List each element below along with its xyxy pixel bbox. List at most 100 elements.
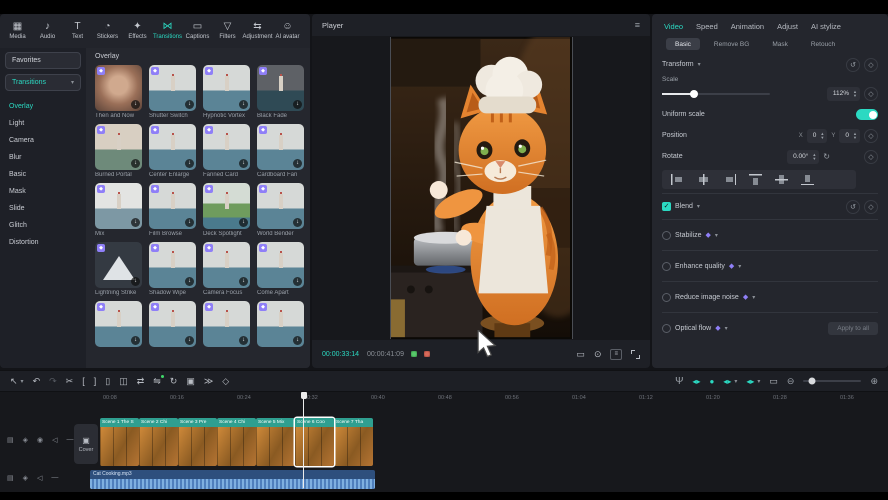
- transition-thumbnail[interactable]: ◆↓: [95, 124, 142, 170]
- keyframe-icon[interactable]: ◇: [864, 200, 878, 214]
- sidebar-item-overlay[interactable]: Overlay: [5, 98, 81, 115]
- preview-axis-icon[interactable]: ◂▸: [746, 377, 754, 386]
- transition-thumbnail[interactable]: ◆↓: [149, 124, 196, 170]
- transition-thumbnail[interactable]: ◆↓: [203, 65, 250, 111]
- align-center-v-icon[interactable]: [775, 174, 788, 185]
- slider-thumb[interactable]: [809, 378, 816, 385]
- grid-overlay-icon[interactable]: [424, 351, 430, 357]
- keyframe-icon[interactable]: ◇: [864, 58, 878, 72]
- chevron-down-icon[interactable]: ▾: [752, 294, 755, 301]
- transition-thumbnail[interactable]: ◆↓: [149, 242, 196, 288]
- optical-flow-checkbox[interactable]: [662, 324, 671, 333]
- scale-slider[interactable]: [662, 93, 770, 95]
- favorites-button[interactable]: Favorites: [5, 52, 81, 69]
- lock-track-icon[interactable]: ◈: [23, 436, 28, 444]
- sidebar-item-glitch[interactable]: Glitch: [5, 217, 81, 234]
- preview-quality-icon[interactable]: ≡: [610, 349, 622, 360]
- tab-video[interactable]: Video: [664, 22, 683, 31]
- dash-track-icon[interactable]: —: [51, 474, 58, 482]
- mute-track-icon[interactable]: ◁: [52, 436, 57, 444]
- transition-thumbnail[interactable]: ◆↓: [203, 242, 250, 288]
- timeline-clip-scene-5-mix[interactable]: Scene 5 Mix: [256, 418, 295, 466]
- chevron-down-icon[interactable]: ▾: [21, 378, 24, 385]
- subtab-remove-bg[interactable]: Remove BG: [705, 38, 758, 50]
- playhead[interactable]: [303, 392, 304, 488]
- delete-icon[interactable]: ▯: [105, 377, 110, 386]
- player-menu-icon[interactable]: ≡: [635, 20, 640, 30]
- align-right-icon[interactable]: [723, 174, 736, 185]
- top-tab-transitions[interactable]: ⋈Transitions: [153, 22, 182, 40]
- top-tab-ai-avatar[interactable]: ☺AI avatar: [273, 22, 302, 40]
- audio-clip[interactable]: Cat Cooking.mp3: [90, 470, 375, 489]
- options-track-icon[interactable]: ▤: [7, 436, 14, 444]
- timeline-clip-scene-6-coo[interactable]: Scene 6 Coo: [295, 418, 334, 466]
- options-track-icon[interactable]: ▤: [7, 474, 14, 482]
- align-bottom-icon[interactable]: [801, 174, 814, 185]
- reset-icon[interactable]: ↺: [846, 58, 860, 72]
- microphone-icon[interactable]: Ψ: [675, 376, 683, 387]
- transition-thumbnail[interactable]: ◆↓: [95, 301, 142, 347]
- rotate-icon[interactable]: ↻: [170, 377, 178, 386]
- zoom-in-icon[interactable]: ⊕: [870, 376, 878, 387]
- transition-thumbnail[interactable]: ◆↓: [95, 242, 142, 288]
- transition-thumbnail[interactable]: ◆↓: [95, 65, 142, 111]
- sidebar-item-blur[interactable]: Blur: [5, 149, 81, 166]
- transition-thumbnail[interactable]: ◆↓: [257, 183, 304, 229]
- undo-icon[interactable]: ↶: [33, 377, 41, 386]
- tab-adjust[interactable]: Adjust: [777, 22, 798, 31]
- position-y-box[interactable]: 0 ▲▼: [839, 129, 860, 143]
- top-tab-audio[interactable]: ♪Audio: [33, 22, 62, 40]
- cover-button[interactable]: ▣ Cover: [74, 424, 98, 464]
- stepper-icon[interactable]: ▲▼: [853, 132, 857, 140]
- dash-track-icon[interactable]: —: [67, 436, 74, 444]
- speed-icon[interactable]: ≫: [204, 377, 213, 386]
- transition-thumbnail[interactable]: ◆↓: [257, 242, 304, 288]
- stepper-icon[interactable]: ▲▼: [812, 153, 816, 161]
- transition-thumbnail[interactable]: ◆↓: [149, 183, 196, 229]
- stepper-icon[interactable]: ▲▼: [820, 132, 824, 140]
- stabilize-checkbox[interactable]: [662, 231, 671, 240]
- transition-thumbnail[interactable]: ◆↓: [149, 65, 196, 111]
- sidebar-item-slide[interactable]: Slide: [5, 200, 81, 217]
- enhance-quality-checkbox[interactable]: [662, 262, 671, 271]
- tab-ai-stylize[interactable]: AI stylize: [811, 22, 841, 31]
- keyframe-icon[interactable]: ◇: [864, 87, 878, 101]
- align-left-icon[interactable]: [671, 174, 684, 185]
- chevron-down-icon[interactable]: ▾: [725, 325, 728, 332]
- crop-icon[interactable]: ▣: [186, 377, 195, 386]
- chevron-down-icon[interactable]: ▾: [757, 378, 760, 385]
- reduce-image-noise-checkbox[interactable]: [662, 293, 671, 302]
- subtab-basic[interactable]: Basic: [666, 38, 700, 50]
- timeline-clip-scene-1-the-s[interactable]: Scene 1 The S: [100, 418, 139, 466]
- sidebar-item-mask[interactable]: Mask: [5, 183, 81, 200]
- main-track-magnet-icon[interactable]: ◂▸: [692, 377, 700, 386]
- timeline-clip-scene-3-pre[interactable]: Scene 3 Pre: [178, 418, 217, 466]
- scale-value-box[interactable]: 112% ▲▼: [827, 87, 860, 101]
- transition-thumbnail[interactable]: ◆↓: [203, 183, 250, 229]
- stepper-icon[interactable]: ▲▼: [853, 90, 857, 98]
- timeline-zoom-slider[interactable]: [803, 380, 861, 382]
- timeline-clip-scene-2-chi[interactable]: Scene 2 Chi: [139, 418, 178, 466]
- transition-thumbnail[interactable]: ◆↓: [95, 183, 142, 229]
- split-icon[interactable]: ✂: [66, 377, 74, 386]
- trim-left-icon[interactable]: [: [82, 377, 85, 386]
- chevron-down-icon[interactable]: ▾: [738, 263, 741, 270]
- chevron-down-icon[interactable]: ▾: [715, 232, 718, 239]
- transition-thumbnail[interactable]: ◆↓: [149, 301, 196, 347]
- blend-checkbox[interactable]: ✓: [662, 202, 671, 211]
- safe-area-icon[interactable]: [411, 351, 417, 357]
- keyframe-icon[interactable]: ◇: [864, 129, 878, 143]
- subtab-retouch[interactable]: Retouch: [802, 38, 844, 50]
- mute-track-icon[interactable]: ◁: [37, 474, 42, 482]
- fullscreen-icon[interactable]: [631, 350, 640, 359]
- top-tab-stickers[interactable]: ◔Stickers: [93, 22, 122, 40]
- subtab-mask[interactable]: Mask: [763, 38, 797, 50]
- apply-to-all-button[interactable]: Apply to all: [828, 322, 878, 335]
- sidebar-item-camera[interactable]: Camera: [5, 132, 81, 149]
- external-display-icon[interactable]: ▭: [769, 377, 778, 386]
- chevron-down-icon[interactable]: ▾: [697, 203, 700, 210]
- slider-thumb[interactable]: [690, 90, 698, 98]
- top-tab-filters[interactable]: ▽Filters: [213, 22, 242, 40]
- uniform-scale-toggle[interactable]: [856, 109, 878, 120]
- transition-thumbnail[interactable]: ◆↓: [257, 65, 304, 111]
